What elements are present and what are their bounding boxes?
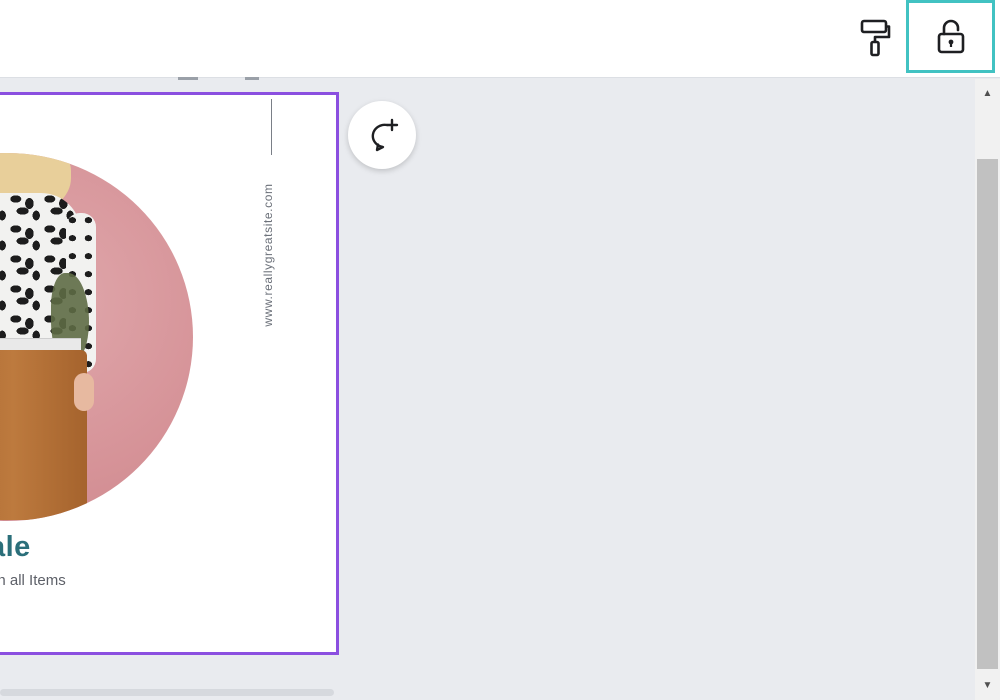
unlock-icon	[937, 19, 964, 53]
design-page[interactable]: www.reallygreatsite.com ale on all Items	[0, 92, 339, 655]
decorative-line	[271, 99, 272, 155]
horizontal-scrollbar[interactable]	[0, 689, 334, 696]
paint-format-button[interactable]	[852, 16, 898, 60]
website-text[interactable]: www.reallygreatsite.com	[261, 155, 277, 355]
sale-headline[interactable]: ale	[0, 531, 31, 564]
top-toolbar	[0, 0, 1000, 78]
model-photo[interactable]	[0, 153, 193, 521]
editor-canvas: www.reallygreatsite.com ale on all Items	[0, 79, 975, 700]
lock-button[interactable]	[906, 0, 995, 73]
scroll-down-arrow[interactable]: ▼	[975, 675, 1000, 695]
photo-hand	[74, 373, 94, 411]
photo-shorts	[0, 350, 87, 520]
vertical-scrollbar[interactable]: ▲ ▼	[975, 79, 1000, 700]
add-comment-icon	[371, 118, 399, 152]
sale-subline[interactable]: on all Items	[0, 572, 66, 589]
scroll-up-arrow[interactable]: ▲	[975, 83, 1000, 103]
add-comment-button[interactable]	[348, 101, 416, 169]
paint-roller-icon	[860, 19, 891, 57]
scrollbar-thumb[interactable]	[977, 159, 998, 669]
